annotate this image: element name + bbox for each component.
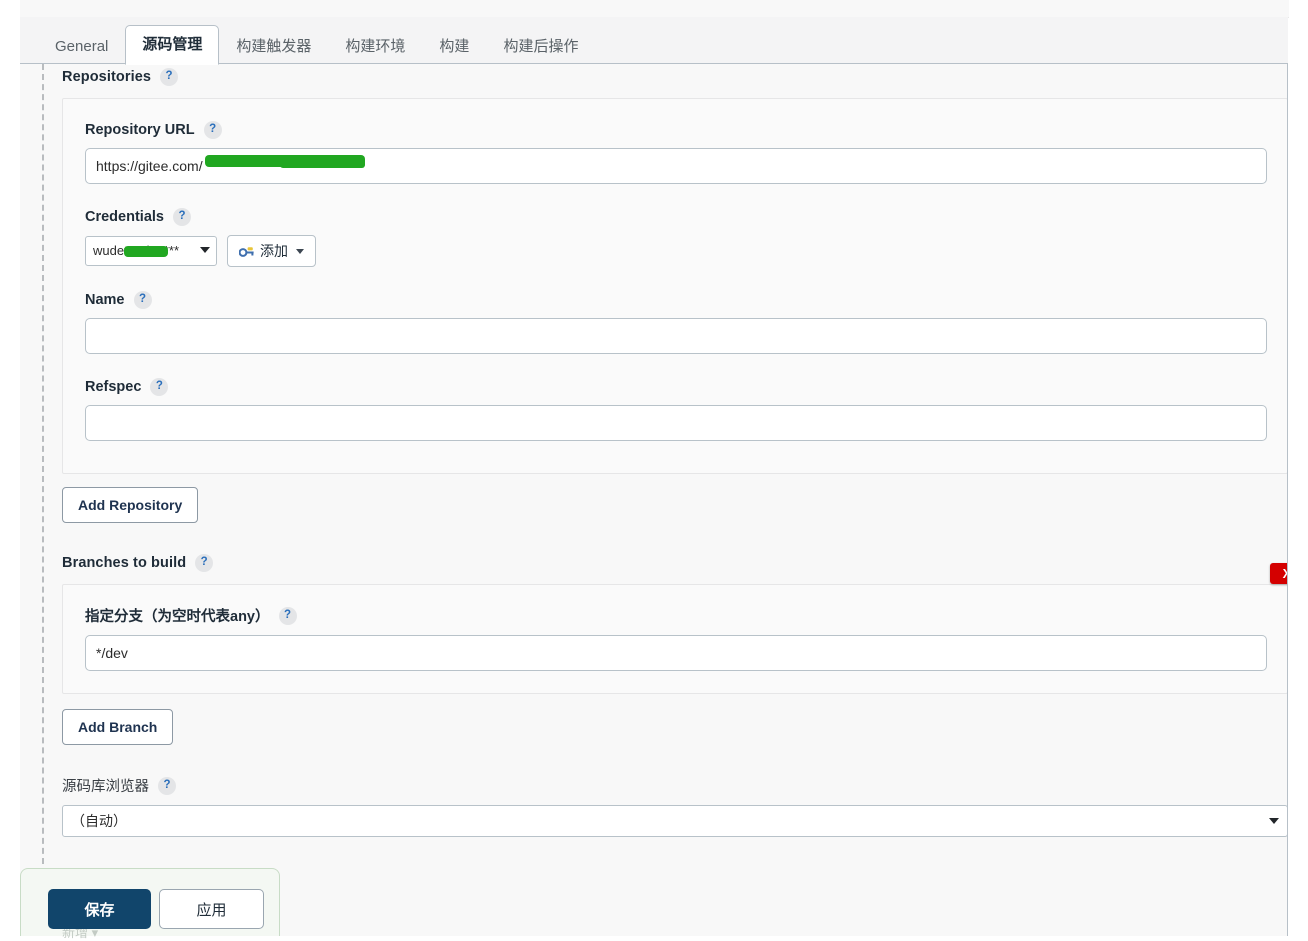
key-icon: [239, 246, 254, 257]
add-credentials-button[interactable]: 添加: [227, 235, 316, 267]
branches-heading: Branches to build ?: [62, 554, 1287, 572]
chevron-down-icon: [200, 247, 210, 253]
repositories-heading: Repositories ?: [62, 68, 1287, 86]
delete-branch-button[interactable]: X: [1270, 563, 1287, 584]
tab-list: General 源码管理 构建触发器 构建环境 构建 构建后操作: [20, 17, 595, 65]
tab-build-environment[interactable]: 构建环境: [328, 27, 422, 65]
refspec-label-row: Refspec ?: [85, 378, 1267, 396]
repository-url-field: Repository URL ?: [85, 121, 1267, 184]
scm-form: Repositories ? Repository URL ? https://…: [62, 64, 1287, 837]
right-margin-strip: [1289, 0, 1308, 936]
top-chrome-strip: [0, 0, 1308, 18]
tab-source-code-management[interactable]: 源码管理: [125, 25, 220, 65]
add-repository-row: Add Repository: [62, 487, 1287, 523]
left-margin-strip: [0, 0, 20, 936]
repository-url-label: Repository URL: [85, 122, 195, 138]
help-icon-credentials[interactable]: ?: [172, 208, 191, 226]
apply-button[interactable]: 应用: [159, 889, 264, 929]
repository-card: Repository URL ? Credentials ?: [62, 98, 1287, 474]
repository-browser-selected-value: （自动）: [71, 813, 127, 829]
add-branch-button[interactable]: Add Branch: [62, 709, 174, 745]
repository-url-input[interactable]: [85, 148, 1267, 184]
section-guide-line: [42, 64, 44, 874]
tab-build[interactable]: 构建: [422, 27, 486, 65]
config-tab-bar: General 源码管理 构建触发器 构建环境 构建 构建后操作: [20, 17, 1288, 65]
add-branch-row: Add Branch: [62, 709, 1287, 745]
add-repository-button[interactable]: Add Repository: [62, 487, 199, 523]
repository-name-label: Name: [85, 292, 125, 308]
credentials-select[interactable]: wudetest/******: [85, 236, 217, 266]
branch-specifier-label: 指定分支（为空时代表any）: [85, 609, 270, 625]
help-icon-refspec[interactable]: ?: [150, 378, 169, 396]
credentials-field: Credentials ? wudetest/****** 添加: [85, 208, 1267, 267]
help-icon-repository-url[interactable]: ?: [203, 121, 222, 139]
refspec-label: Refspec: [85, 379, 142, 395]
branch-card: 指定分支（为空时代表any） ?: [62, 584, 1287, 694]
save-button[interactable]: 保存: [48, 889, 151, 929]
credentials-row: wudetest/****** 添加: [85, 235, 1267, 267]
branch-specifier-input[interactable]: [85, 635, 1267, 671]
caret-down-icon: [296, 248, 304, 254]
repositories-label: Repositories: [62, 69, 152, 85]
refspec-input[interactable]: [85, 405, 1267, 441]
help-icon-repository-browser[interactable]: ?: [158, 776, 176, 795]
job-config-page: General 源码管理 构建触发器 构建环境 构建 构建后操作 Reposit…: [0, 0, 1308, 940]
branches-label: Branches to build: [62, 555, 187, 571]
refspec-field: Refspec ?: [85, 378, 1267, 441]
repository-name-input[interactable]: [85, 318, 1267, 354]
repository-name-field: Name ?: [85, 291, 1267, 354]
help-icon-branches[interactable]: ?: [195, 554, 214, 572]
repository-browser-label: 源码库浏览器: [62, 779, 149, 795]
branch-entry: X 指定分支（为空时代表any） ?: [62, 563, 1287, 694]
help-icon-repositories[interactable]: ?: [160, 68, 179, 86]
credentials-selected-value: wudetest/******: [93, 243, 179, 258]
credentials-label: Credentials: [85, 209, 164, 225]
chevron-down-icon-browser: [1269, 818, 1279, 824]
help-icon-branch-specifier[interactable]: ?: [278, 606, 297, 625]
scm-settings-panel: Repositories ? Repository URL ? https://…: [20, 64, 1288, 936]
help-icon-repository-name[interactable]: ?: [133, 291, 152, 309]
repository-browser-select[interactable]: （自动）: [62, 805, 1287, 837]
repository-name-label-row: Name ?: [85, 291, 1267, 309]
tab-post-build-actions[interactable]: 构建后操作: [486, 27, 595, 65]
credentials-label-row: Credentials ?: [85, 208, 1267, 226]
add-credentials-label: 添加: [260, 243, 288, 259]
repository-url-label-row: Repository URL ?: [85, 121, 1267, 139]
tab-build-triggers[interactable]: 构建触发器: [219, 27, 328, 65]
branch-specifier-label-row: 指定分支（为空时代表any） ?: [85, 605, 1267, 626]
tab-general[interactable]: General: [38, 27, 125, 65]
repository-browser-label-row: 源码库浏览器 ?: [62, 775, 1287, 796]
